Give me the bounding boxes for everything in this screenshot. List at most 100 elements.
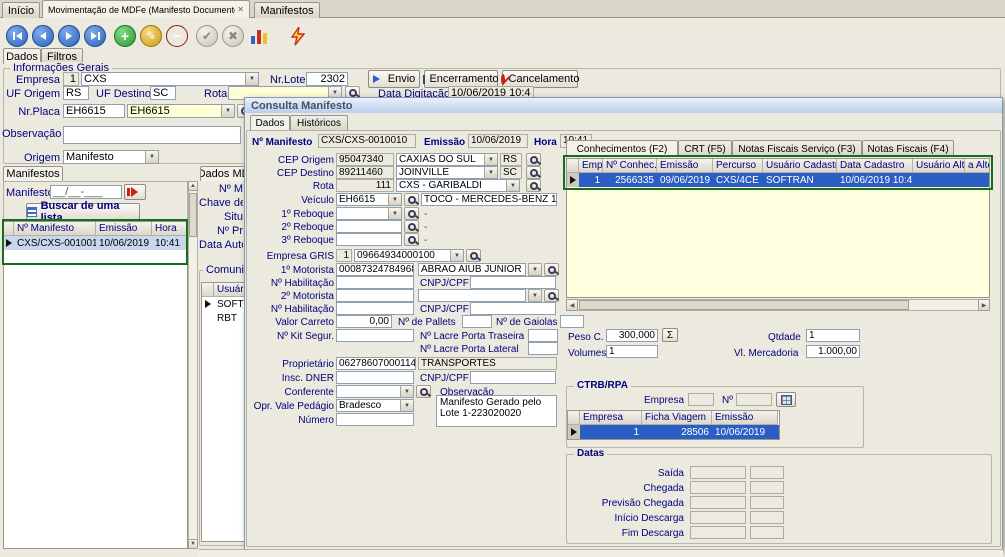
col-nr-conhec[interactable]: Nº Conhec.	[603, 159, 657, 173]
gaiolas-field[interactable]	[560, 315, 584, 328]
cep-destino-field[interactable]: 89211460	[336, 166, 394, 179]
hscroll-left-button[interactable]: ◀	[566, 299, 578, 311]
col-emissao[interactable]: Emissão	[96, 222, 152, 236]
habilitacao1-field[interactable]	[336, 276, 414, 289]
valor-carreto-field[interactable]: 0,00	[336, 315, 392, 328]
fim-descarga-time-field[interactable]	[750, 526, 784, 539]
tab-inicio[interactable]: Início	[2, 2, 40, 18]
chevron-down-icon[interactable]: ▼	[484, 167, 497, 178]
col-nr-manifesto[interactable]: Nº Manifesto	[14, 222, 96, 236]
chevron-down-icon[interactable]: ▼	[506, 180, 519, 191]
veiculo-combo[interactable]: EH6615▼	[336, 193, 402, 206]
reboque3-search-icon[interactable]	[404, 233, 419, 246]
fim-descarga-date-field[interactable]	[690, 526, 746, 539]
chart-button[interactable]	[250, 27, 272, 45]
chevron-down-icon[interactable]: ▼	[400, 386, 413, 397]
previsao-date-field[interactable]	[690, 496, 746, 509]
reboque2-search-icon[interactable]	[404, 220, 419, 233]
peso-field[interactable]: 300,000	[606, 329, 658, 342]
observacao-field[interactable]	[63, 126, 241, 144]
qtdade-field[interactable]: 1	[806, 329, 860, 342]
chevron-down-icon[interactable]: ▼	[484, 154, 497, 165]
habilitacao2-field[interactable]	[336, 302, 414, 315]
motorista1-num-field[interactable]: 00087324784968	[336, 263, 414, 276]
first-record-button[interactable]	[6, 25, 28, 47]
ctrb-grid[interactable]: Empresa Ficha Viagem Emissão 1 28506 10/…	[567, 410, 780, 440]
reboque3-field[interactable]	[336, 233, 402, 246]
numero-field[interactable]	[336, 413, 414, 426]
cnpj3-field[interactable]	[470, 371, 556, 384]
col-emp[interactable]: Emp	[579, 159, 603, 173]
sigma-button[interactable]: Σ	[662, 328, 678, 342]
ctrb-empresa-field[interactable]	[688, 393, 714, 406]
tab-manifestos[interactable]: Manifestos	[254, 2, 320, 18]
chegada-date-field[interactable]	[690, 481, 746, 494]
confirm-button[interactable]: ✔	[196, 25, 218, 47]
next-record-button[interactable]	[58, 25, 80, 47]
close-icon[interactable]: ✕	[237, 5, 244, 14]
manifesto-go-button[interactable]	[124, 184, 146, 200]
dialog-titlebar[interactable]: Consulta Manifesto	[245, 98, 1002, 113]
hscroll-thumb[interactable]	[579, 300, 909, 310]
col-hora[interactable]: Hora	[152, 222, 187, 236]
motorista2-dropdown[interactable]: ▼	[528, 289, 542, 302]
insert-button[interactable]: +	[114, 25, 136, 47]
chevron-down-icon[interactable]: ▼	[245, 73, 258, 85]
empresa-number-field[interactable]: 1	[63, 72, 79, 86]
cep-destino-cidade-combo[interactable]: JOINVILLE▼	[396, 166, 498, 179]
col-usuario-cadastro[interactable]: Usuário Cadastro	[763, 159, 837, 173]
proprietario-num-field[interactable]: 06278607000114	[336, 357, 416, 370]
tab-crt[interactable]: CRT (F5)	[678, 140, 732, 157]
ctrb-lookup-button[interactable]	[776, 392, 796, 407]
modal-rota-combo[interactable]: CXS - GARIBALDI▼	[396, 179, 520, 192]
nrlote-field[interactable]: 2302	[306, 72, 348, 86]
col-data-alteracao[interactable]: a Alteraç	[965, 159, 990, 173]
cep-origem-field[interactable]: 95047340	[336, 153, 394, 166]
special-action-button[interactable]	[286, 24, 310, 48]
col-usuario[interactable]: Usuário	[214, 283, 245, 297]
modal-rota-search-icon[interactable]	[526, 179, 541, 192]
volumes-field[interactable]: 1	[606, 345, 658, 358]
opr-vale-combo[interactable]: Bradesco▼	[336, 399, 414, 412]
ctrb-nr-field[interactable]	[736, 393, 772, 406]
cnpj1-field[interactable]	[470, 276, 556, 289]
col-empresa[interactable]: Empresa	[580, 411, 642, 425]
modal-tab-historicos[interactable]: Históricos	[290, 115, 348, 131]
motorista2-search-icon[interactable]	[544, 289, 559, 302]
tab-nf-servico[interactable]: Notas Fiscais Serviço (F3)	[732, 140, 862, 157]
cep-origem-search-icon[interactable]	[526, 153, 541, 166]
ctrb-row[interactable]: 1 28506 10/06/2019	[568, 425, 779, 439]
reboque2-field[interactable]	[336, 220, 402, 233]
empresa-gris-search-icon[interactable]	[466, 249, 481, 262]
manifesto-row[interactable]: CXS/CXS-0010010 10/06/2019 10:41	[4, 236, 187, 250]
previsao-time-field[interactable]	[750, 496, 784, 509]
cancel-button[interactable]: ✖	[222, 25, 244, 47]
empresa-combo[interactable]: CXS ▼	[81, 72, 259, 86]
kit-segur-field[interactable]	[336, 329, 414, 342]
inicio-descarga-date-field[interactable]	[690, 511, 746, 524]
chevron-down-icon[interactable]: ▼	[388, 194, 401, 205]
left-tab-manifestos[interactable]: Manifestos	[3, 166, 63, 181]
saida-time-field[interactable]	[750, 466, 784, 479]
scroll-down-button[interactable]: ▼	[188, 539, 198, 549]
comunicacao-row[interactable]: RBT	[202, 311, 244, 325]
conhecimentos-grid[interactable]: Emp Nº Conhec. Emissão Percurso Usuário …	[566, 158, 990, 298]
chevron-down-icon[interactable]: ▼	[400, 400, 413, 411]
col-data-cadastro[interactable]: Data Cadastro	[837, 159, 913, 173]
modal-rota-num-field[interactable]: 111	[336, 179, 394, 192]
modal-tab-dados[interactable]: Dados	[250, 115, 290, 131]
reboque1-search-icon[interactable]	[404, 207, 419, 220]
motorista1-dropdown[interactable]: ▼	[528, 263, 542, 276]
manifesto-mask-field[interactable]: __/__-___	[50, 185, 122, 199]
tab-mdfe[interactable]: Movimentação de MDFe (Manifesto Document…	[42, 0, 250, 18]
conhecimento-row[interactable]: 1 2566335 09/06/2019 CXS/4CE SOFTRAN 10/…	[567, 173, 989, 187]
saida-date-field[interactable]	[690, 466, 746, 479]
edit-button[interactable]: ✎	[140, 25, 162, 47]
motorista2-num-field[interactable]	[336, 289, 414, 302]
insc-dner-field[interactable]	[336, 371, 414, 384]
cnpj2-field[interactable]	[470, 302, 556, 315]
tab-conhecimentos[interactable]: Conhecimentos (F2)	[566, 140, 678, 157]
lacre-traseira-field[interactable]	[528, 329, 558, 342]
hscroll-right-button[interactable]: ▶	[978, 299, 990, 311]
conferente-combo[interactable]: ▼	[336, 385, 414, 398]
